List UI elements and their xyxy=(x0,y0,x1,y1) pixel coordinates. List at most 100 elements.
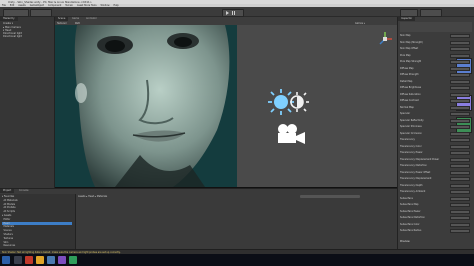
project-tree-item[interactable]: ▾ Favorites xyxy=(2,195,14,198)
project-tree-item[interactable]: Shaders xyxy=(2,233,12,236)
play-icon[interactable] xyxy=(226,10,229,15)
head-model[interactable] xyxy=(55,25,397,187)
inspector-property-field[interactable] xyxy=(450,151,470,156)
taskbar-app-icon[interactable] xyxy=(36,256,44,264)
inspector-property-field[interactable] xyxy=(450,125,470,130)
project-tree-item[interactable]: Materials xyxy=(2,225,14,228)
play-controls[interactable] xyxy=(222,8,244,17)
preview-label[interactable]: Preview xyxy=(400,240,410,243)
inspector-property-label: Translucency Displacement xyxy=(400,177,432,180)
hierarchy-create[interactable]: Create ▾ xyxy=(3,22,13,25)
inspector-property-label: Subsurface Radius xyxy=(400,229,422,232)
inspector-property-field[interactable] xyxy=(450,138,470,143)
material-header xyxy=(400,22,472,32)
inspector-property-label: Diffuse Brightness xyxy=(400,86,422,89)
inspector-property-field[interactable] xyxy=(450,86,470,91)
inspector-panel: Inspector Preview Skin Map Skin Map (Stre… xyxy=(397,17,474,249)
inspector-property-label: Translucency Depth xyxy=(400,183,423,187)
inspector-property-field[interactable] xyxy=(450,222,470,227)
inspector-property-label: Translucency Distortion xyxy=(400,164,427,167)
inspector-property-label: Pore Map xyxy=(400,53,411,57)
inspector-property-field[interactable] xyxy=(450,40,470,45)
inspector-property-field[interactable] xyxy=(450,92,470,97)
inspector-property-field[interactable] xyxy=(450,177,470,182)
project-breadcrumb[interactable]: Assets ▸ Head ▸ Materials xyxy=(78,195,107,198)
inspector-property-label: Translucency Ambient xyxy=(400,190,426,193)
tab-inspector[interactable]: Inspector xyxy=(398,17,416,21)
inspector-property-field[interactable] xyxy=(450,34,470,39)
scene-view[interactable] xyxy=(55,25,397,187)
tab-game[interactable]: Game xyxy=(69,17,82,21)
os-taskbar xyxy=(0,254,474,266)
project-tree-item[interactable]: Scenes xyxy=(2,229,11,232)
inspector-property-field[interactable] xyxy=(450,183,470,188)
light-gizmo[interactable] xyxy=(267,88,309,117)
inspector-property-label: Specular Reflectivity xyxy=(400,118,424,122)
project-folder-tree: ▾ Favorites All Materials All Models All… xyxy=(0,194,76,250)
project-tree-item[interactable]: All Prefabs xyxy=(2,206,15,209)
inspector-property-label: Translucency Power Offset xyxy=(400,170,431,174)
inspector-property-label: Specular Shininess xyxy=(400,125,422,128)
orientation-gizmo[interactable] xyxy=(377,31,393,48)
project-tree-item[interactable]: Skin xyxy=(2,241,8,244)
project-tree-item[interactable]: All Models xyxy=(2,203,15,206)
inspector-property-field[interactable] xyxy=(450,60,470,65)
project-tree-item[interactable]: Head xyxy=(2,221,72,225)
camera-gizmo[interactable] xyxy=(275,123,307,146)
pivot-toggle[interactable] xyxy=(30,8,52,17)
inspector-property-label: Translucency Displacement Power xyxy=(400,157,440,161)
inspector-property-field[interactable] xyxy=(450,229,470,234)
taskbar-app-icon[interactable] xyxy=(47,256,55,264)
tab-scene[interactable]: Scene xyxy=(55,17,69,21)
sun-icon[interactable] xyxy=(267,88,309,116)
project-tree-item[interactable]: Editor xyxy=(2,218,10,221)
inspector-property-field[interactable] xyxy=(450,144,470,149)
inspector-property-label: Diffuse Strength xyxy=(400,73,419,76)
taskbar-app-icon[interactable] xyxy=(25,256,33,264)
inspector-property-field[interactable] xyxy=(450,170,470,175)
inspector-property-label: Translucency xyxy=(400,138,415,141)
project-search-input[interactable] xyxy=(300,195,360,198)
layout-dropdown[interactable] xyxy=(420,8,442,17)
inspector-property-label: Diffuse Contrast xyxy=(400,99,419,102)
tab-project[interactable]: Project xyxy=(0,189,15,193)
pause-icon[interactable] xyxy=(232,10,235,15)
inspector-property-field[interactable] xyxy=(450,131,470,136)
hierarchy-row[interactable]: Directional light xyxy=(3,35,22,38)
inspector-property-field[interactable] xyxy=(450,99,470,104)
inspector-property-field[interactable] xyxy=(450,157,470,162)
inspector-property-field[interactable] xyxy=(450,105,470,110)
layers-dropdown[interactable] xyxy=(400,8,418,17)
inspector-property-field[interactable] xyxy=(450,190,470,195)
inspector-property-field[interactable] xyxy=(450,209,470,214)
transform-tools[interactable] xyxy=(3,8,29,17)
inspector-property-field[interactable] xyxy=(450,196,470,201)
inspector-property-field[interactable] xyxy=(450,79,470,84)
inspector-property-field[interactable] xyxy=(450,112,470,117)
taskbar-app-icon[interactable] xyxy=(58,256,66,264)
axis-gizmo-icon[interactable] xyxy=(377,31,393,47)
start-icon[interactable] xyxy=(2,256,10,264)
taskbar-app-icon[interactable] xyxy=(69,256,77,264)
inspector-property-field[interactable] xyxy=(450,118,470,123)
inspector-property-field[interactable] xyxy=(450,203,470,208)
inspector-property-field[interactable] xyxy=(450,164,470,169)
taskbar-app-icon[interactable] xyxy=(14,256,22,264)
inspector-property-label: Subsurface xyxy=(400,196,413,200)
project-tree-item[interactable]: All Materials xyxy=(2,199,17,202)
tab-console[interactable]: Console xyxy=(16,189,32,193)
camera-icon[interactable] xyxy=(275,123,307,145)
inspector-property-field[interactable] xyxy=(450,73,470,78)
project-tree-item[interactable]: Textures xyxy=(2,237,13,240)
project-tree-item[interactable]: Resources xyxy=(2,244,15,247)
project-tree-item[interactable]: All Scripts xyxy=(2,210,14,213)
inspector-property-field[interactable] xyxy=(450,53,470,58)
project-tree-item[interactable]: ▾ Assets xyxy=(2,214,11,217)
inspector-property-label: Translucency Power xyxy=(400,151,423,154)
inspector-property-field[interactable] xyxy=(450,66,470,71)
inspector-property-field[interactable] xyxy=(450,47,470,52)
tab-hierarchy[interactable]: Hierarchy xyxy=(0,17,18,21)
tab-animator[interactable]: Animator xyxy=(83,17,100,21)
inspector-property-field[interactable] xyxy=(450,216,470,221)
inspector-property-label: Normal Map xyxy=(400,105,414,109)
